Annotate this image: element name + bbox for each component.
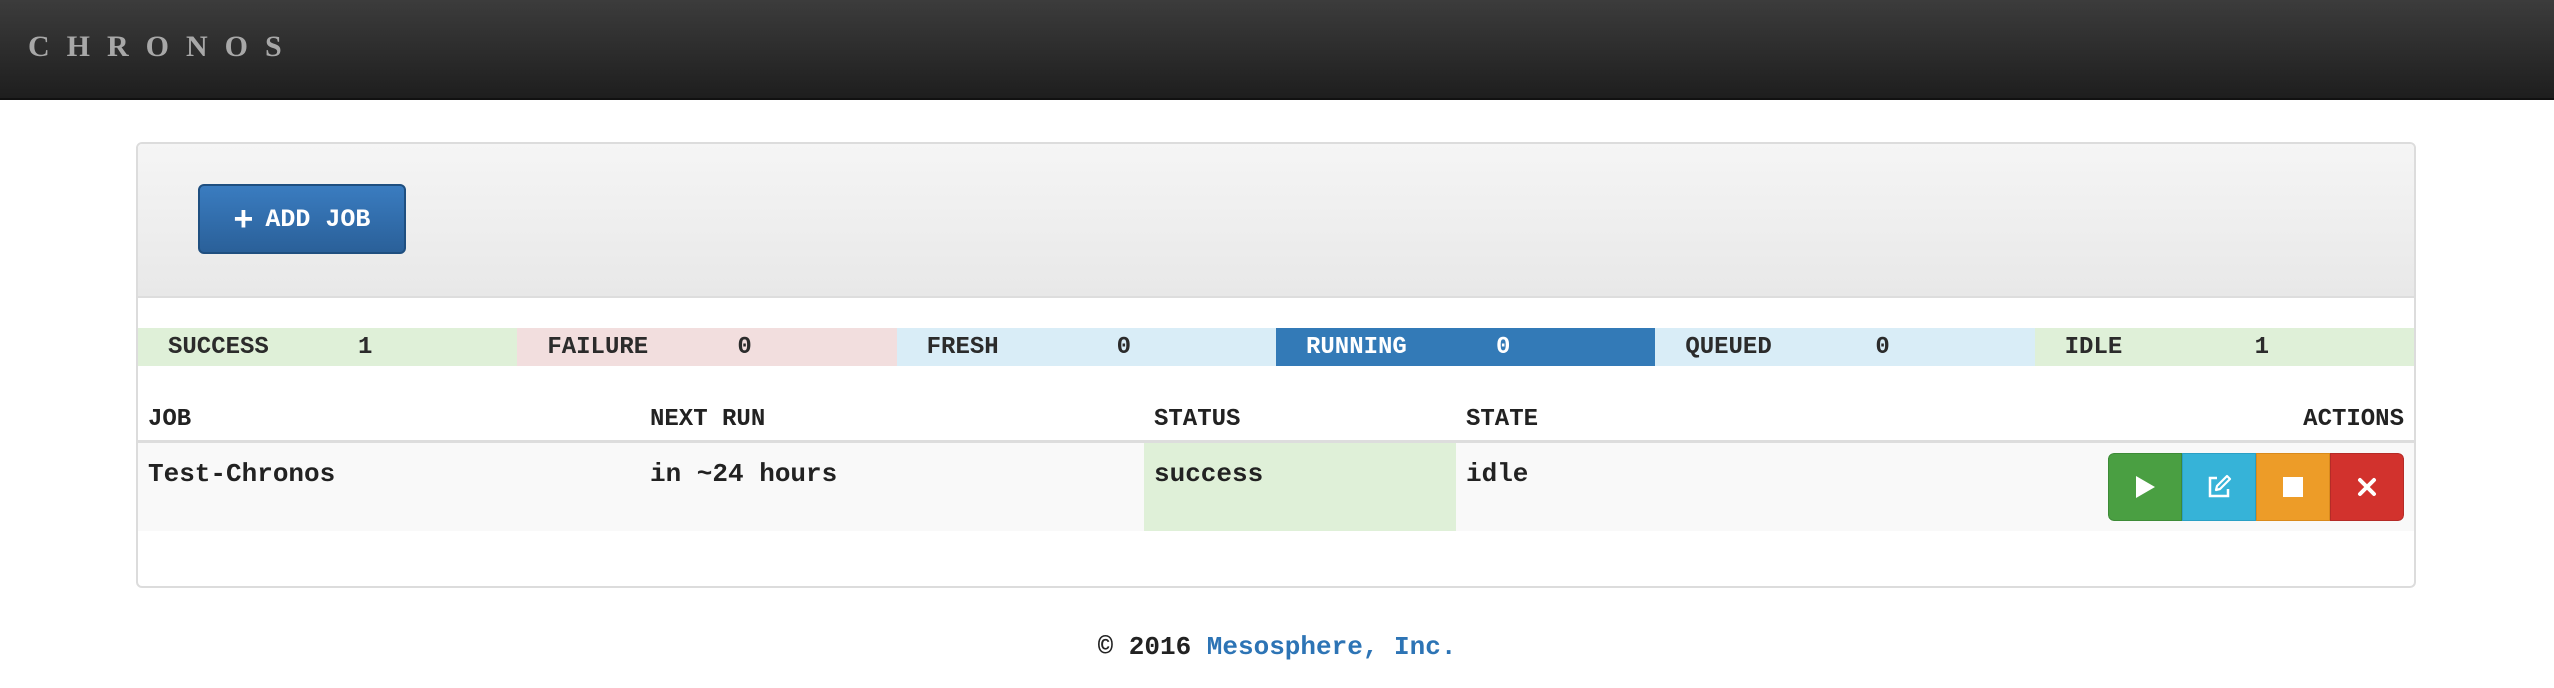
stat-count: 1	[2254, 333, 2270, 361]
edit-job-button[interactable]	[2182, 453, 2256, 521]
edit-icon	[2208, 474, 2232, 498]
stat-idle[interactable]: IDLE 1	[2034, 328, 2414, 366]
stop-job-button[interactable]	[2256, 453, 2330, 521]
add-job-button[interactable]: + ADD JOB	[198, 184, 406, 254]
stat-success[interactable]: SUCCESS 1	[138, 328, 518, 366]
stat-label: QUEUED	[1685, 333, 1772, 361]
stat-running[interactable]: RUNNING 0	[1275, 328, 1656, 366]
stat-label: FAILURE	[547, 333, 649, 361]
company-link[interactable]: Mesosphere, Inc.	[1207, 632, 1457, 662]
column-header-state[interactable]: STATE	[1466, 406, 1538, 433]
stat-failure[interactable]: FAILURE 0	[517, 328, 897, 366]
add-job-label: ADD JOB	[265, 204, 371, 234]
table-row[interactable]: Test-Chronos in ~24 hours success idle	[138, 443, 2414, 531]
jobs-table: JOB NEXT RUN STATUS STATE ACTIONS Test-C…	[138, 398, 2414, 531]
stat-label: SUCCESS	[168, 333, 269, 361]
job-name[interactable]: Test-Chronos	[148, 443, 335, 531]
plus-icon: +	[233, 200, 254, 238]
page-footer: © 2016 Mesosphere, Inc.	[0, 632, 2554, 662]
table-header: JOB NEXT RUN STATUS STATE ACTIONS	[138, 398, 2414, 443]
jobs-panel: + ADD JOB SUCCESS 1 FAILURE 0 FRESH 0 RU…	[136, 142, 2416, 588]
stat-label: FRESH	[926, 333, 999, 361]
play-icon	[2136, 476, 2155, 498]
job-state: idle	[1466, 459, 1529, 489]
copyright-text: © 2016	[1097, 632, 1192, 662]
panel-header: + ADD JOB	[138, 144, 2414, 298]
close-icon	[2358, 478, 2376, 496]
stat-count: 0	[1116, 333, 1132, 361]
stat-fresh[interactable]: FRESH 0	[896, 328, 1276, 366]
top-navbar: CHRONOS	[0, 0, 2554, 100]
stop-icon	[2283, 477, 2303, 497]
stat-count: 0	[1495, 333, 1511, 361]
column-header-job[interactable]: JOB	[148, 406, 191, 433]
delete-job-button[interactable]	[2330, 453, 2404, 521]
stat-count: 0	[737, 333, 752, 361]
stat-count: 1	[358, 333, 373, 361]
column-header-actions: ACTIONS	[2303, 406, 2404, 433]
job-stats-bar: SUCCESS 1 FAILURE 0 FRESH 0 RUNNING 0 QU…	[138, 328, 2414, 366]
run-job-button[interactable]	[2108, 453, 2182, 521]
stat-queued[interactable]: QUEUED 0	[1655, 328, 2035, 366]
next-run: in ~24 hours	[650, 459, 838, 489]
job-status: success	[1144, 443, 1456, 531]
stat-label: IDLE	[2064, 333, 2123, 361]
stat-count: 0	[1875, 333, 1890, 361]
stat-label: RUNNING	[1305, 333, 1407, 361]
brand-logo[interactable]: CHRONOS	[28, 30, 299, 64]
column-header-next-run[interactable]: NEXT RUN	[650, 406, 765, 433]
job-actions	[2108, 453, 2404, 521]
column-header-status[interactable]: STATUS	[1154, 406, 1240, 433]
